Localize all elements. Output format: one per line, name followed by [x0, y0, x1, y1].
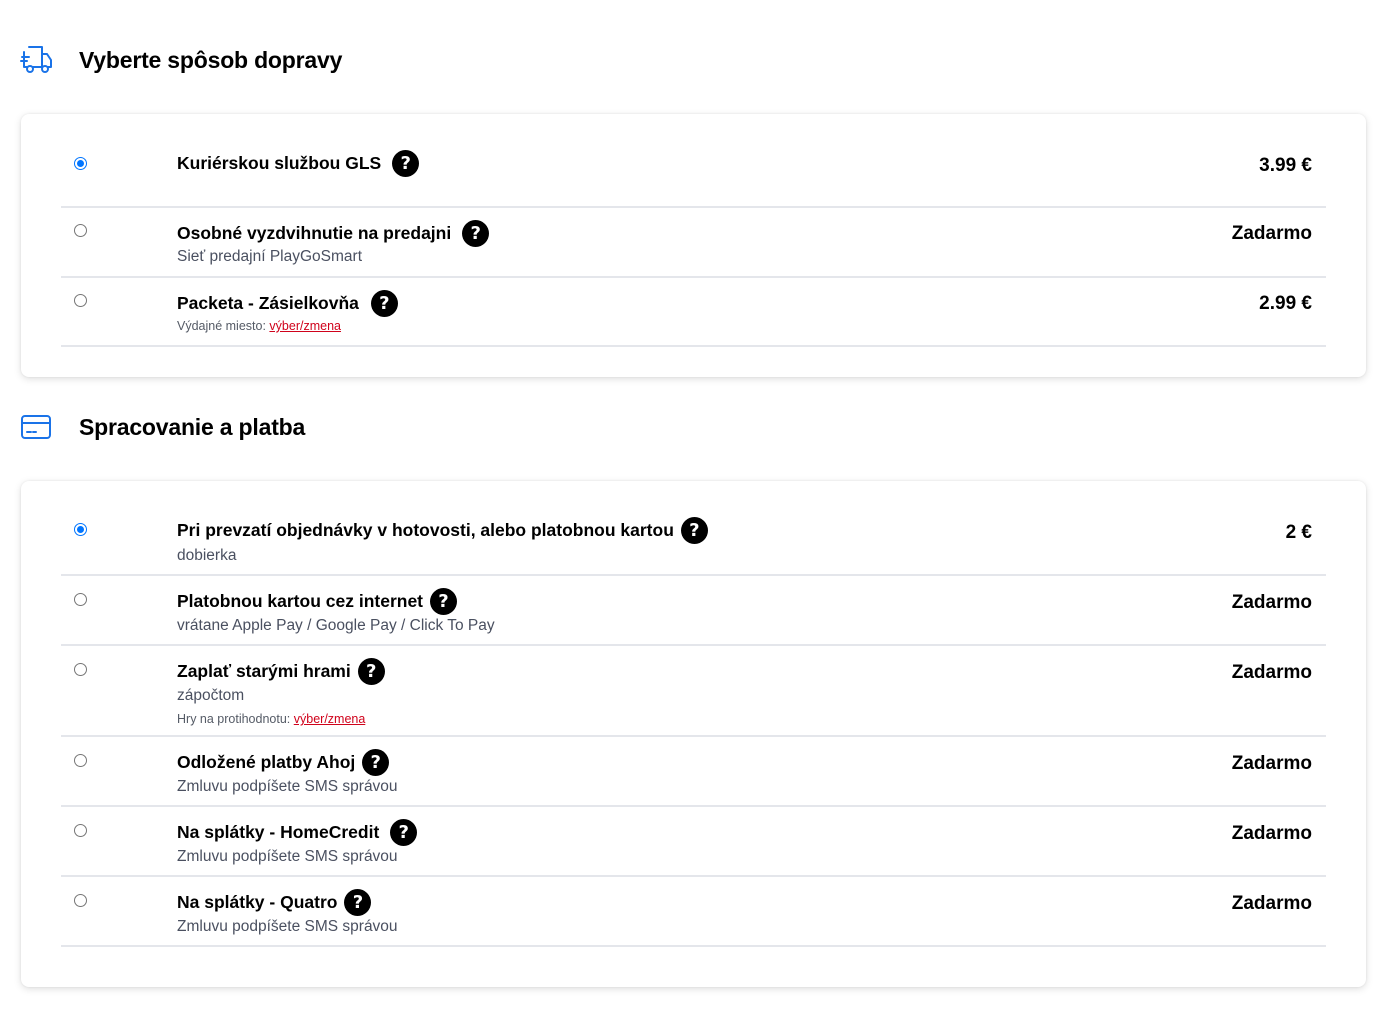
shipping-radio-packeta[interactable]	[74, 294, 87, 307]
shipping-title: Vyberte spôsob dopravy	[79, 46, 343, 73]
truck-icon	[20, 44, 52, 76]
note-label: Výdajné miesto:	[177, 319, 266, 333]
payment-radio-ahoj[interactable]	[74, 754, 87, 767]
help-icon[interactable]: ?	[392, 150, 420, 177]
shipping-option-gls[interactable]: Kuriérskou službou GLS ? 3.99 €	[61, 138, 1326, 208]
help-icon[interactable]: ?	[344, 889, 372, 916]
shipping-radio-gls[interactable]	[74, 157, 87, 170]
option-subtitle: zápočtom	[177, 687, 245, 704]
option-subtitle: dobierka	[177, 547, 237, 564]
payment-header: Spracovanie a platba	[20, 411, 305, 443]
option-price: Zadarmo	[1231, 823, 1312, 844]
note-label: Hry na protihodnotu:	[177, 712, 291, 726]
payment-option-card-online[interactable]: Platobnou kartou cez internet ? vrátane …	[61, 576, 1326, 646]
option-label: Na splátky - HomeCredit	[177, 822, 380, 842]
option-label: Odložené platby Ahoj	[177, 752, 356, 772]
option-price: Zadarmo	[1231, 893, 1312, 914]
help-icon[interactable]: ?	[390, 819, 418, 846]
option-label: Packeta - Zásielkovňa	[177, 293, 359, 313]
option-subtitle: vrátane Apple Pay / Google Pay / Click T…	[177, 617, 495, 634]
payment-option-homecredit[interactable]: Na splátky - HomeCredit ? Zmluvu podpíše…	[61, 807, 1326, 877]
option-label: Osobné vyzdvihnutie na predajni	[177, 223, 452, 243]
payment-radio-card-online[interactable]	[74, 593, 87, 606]
payment-radio-old-games[interactable]	[74, 663, 87, 676]
help-icon[interactable]: ?	[362, 749, 390, 776]
help-icon[interactable]: ?	[357, 658, 385, 685]
pickup-point-note: Výdajné miesto: výber/zmena	[177, 319, 341, 333]
shipping-card: Kuriérskou službou GLS ? 3.99 € Osobné v…	[21, 114, 1366, 377]
payment-radio-homecredit[interactable]	[74, 824, 87, 837]
option-price: Zadarmo	[1231, 592, 1312, 613]
help-icon[interactable]: ?	[462, 220, 490, 247]
option-label: Platobnou kartou cez internet	[177, 591, 423, 611]
pickup-point-link[interactable]: výber/zmena	[269, 319, 341, 333]
shipping-option-pickup[interactable]: Osobné vyzdvihnutie na predajni ? Sieť p…	[61, 208, 1326, 278]
option-subtitle: Sieť predajní PlayGoSmart	[177, 248, 363, 265]
option-price: Zadarmo	[1231, 223, 1312, 244]
option-label: Zaplať starými hrami	[177, 661, 351, 681]
trade-in-note: Hry na protihodnotu: výber/zmena	[177, 712, 365, 726]
shipping-option-packeta[interactable]: Packeta - Zásielkovňa ? Výdajné miesto: …	[61, 278, 1326, 347]
option-label: Pri prevzatí objednávky v hotovosti, ale…	[177, 520, 674, 540]
option-subtitle: Zmluvu podpíšete SMS správou	[177, 918, 398, 935]
help-icon[interactable]: ?	[680, 517, 708, 544]
option-price: 2 €	[1285, 522, 1312, 543]
help-icon[interactable]: ?	[370, 290, 398, 317]
payment-option-ahoj[interactable]: Odložené platby Ahoj ? Zmluvu podpíšete …	[61, 737, 1326, 807]
option-price: 3.99 €	[1259, 155, 1312, 176]
trade-in-link[interactable]: výber/zmena	[294, 712, 366, 726]
payment-title: Spracovanie a platba	[79, 413, 306, 440]
payment-radio-quatro[interactable]	[74, 894, 87, 907]
shipping-radio-pickup[interactable]	[74, 224, 87, 237]
option-price: Zadarmo	[1231, 662, 1312, 683]
option-price: Zadarmo	[1231, 753, 1312, 774]
payment-option-old-games[interactable]: Zaplať starými hrami ? zápočtom Hry na p…	[61, 646, 1326, 737]
option-label: Kuriérskou službou GLS	[177, 153, 382, 173]
option-price: 2.99 €	[1259, 293, 1312, 314]
option-subtitle: Zmluvu podpíšete SMS správou	[177, 778, 398, 795]
payment-option-quatro[interactable]: Na splátky - Quatro ? Zmluvu podpíšete S…	[61, 877, 1326, 947]
option-subtitle: Zmluvu podpíšete SMS správou	[177, 848, 398, 865]
shipping-header: Vyberte spôsob dopravy	[20, 44, 342, 76]
option-label: Na splátky - Quatro	[177, 892, 338, 912]
payment-radio-cod[interactable]	[74, 523, 87, 536]
payment-card: Pri prevzatí objednávky v hotovosti, ale…	[21, 481, 1366, 987]
help-icon[interactable]: ?	[430, 588, 457, 615]
payment-option-cod[interactable]: Pri prevzatí objednávky v hotovosti, ale…	[61, 505, 1326, 576]
credit-card-icon	[20, 411, 52, 443]
